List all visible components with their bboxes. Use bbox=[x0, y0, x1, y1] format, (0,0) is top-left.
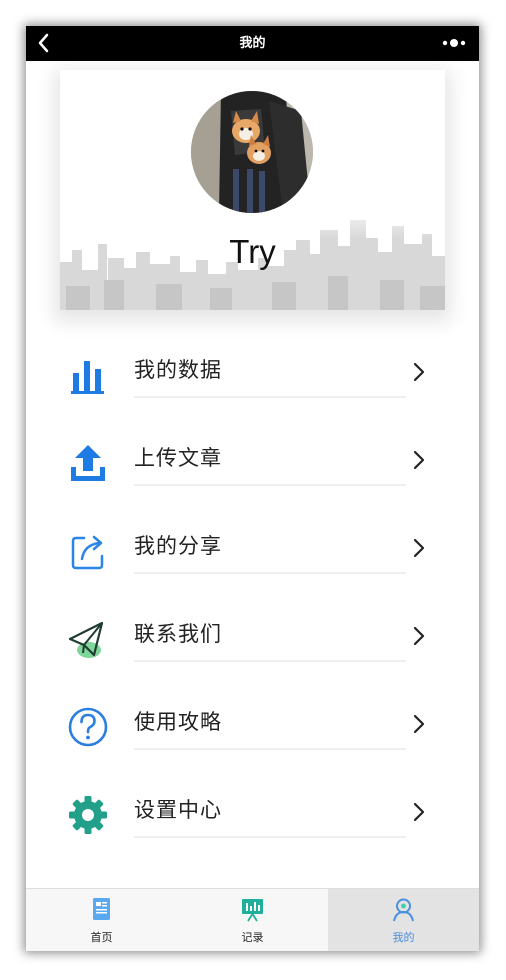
menu-item-contact-us[interactable]: 联系我们 bbox=[26, 590, 479, 678]
home-doc-icon bbox=[93, 898, 110, 920]
bottom-tab-bar: 首页 记录 我的 bbox=[26, 888, 479, 951]
avatar-photo bbox=[191, 91, 313, 213]
avatar[interactable] bbox=[191, 91, 313, 213]
phone-screen: 我的 Try 我的数据 上传文章 我的分享 联系我们 使用攻略 设置中心 首页 … bbox=[26, 26, 479, 951]
menu-list: 我的数据 上传文章 我的分享 联系我们 使用攻略 设置中心 bbox=[26, 326, 479, 854]
divider bbox=[134, 484, 406, 486]
upload-icon bbox=[71, 445, 105, 481]
tab-label: 记录 bbox=[241, 931, 264, 944]
menu-item-label: 上传文章 bbox=[134, 446, 222, 470]
profile-card: Try bbox=[60, 70, 445, 310]
divider bbox=[134, 572, 406, 574]
divider bbox=[134, 836, 406, 838]
navigation-bar: 我的 bbox=[26, 26, 479, 61]
record-board-icon bbox=[242, 899, 263, 922]
username: Try bbox=[229, 233, 276, 270]
chevron-right-icon bbox=[413, 538, 425, 558]
help-icon bbox=[68, 707, 108, 747]
divider bbox=[134, 748, 406, 750]
menu-item-settings[interactable]: 设置中心 bbox=[26, 766, 479, 854]
tab-label: 我的 bbox=[392, 931, 415, 944]
menu-item-my-data[interactable]: 我的数据 bbox=[26, 326, 479, 414]
more-dots-icon[interactable] bbox=[441, 36, 469, 50]
tab-records[interactable]: 记录 bbox=[177, 889, 328, 951]
menu-item-upload-article[interactable]: 上传文章 bbox=[26, 414, 479, 502]
chevron-right-icon bbox=[413, 802, 425, 822]
page-title: 我的 bbox=[239, 36, 266, 51]
menu-item-label: 设置中心 bbox=[134, 798, 222, 822]
menu-item-label: 我的数据 bbox=[134, 358, 222, 382]
tab-home[interactable]: 首页 bbox=[26, 889, 177, 951]
menu-item-label: 使用攻略 bbox=[134, 710, 222, 734]
divider bbox=[134, 396, 406, 398]
profile-icon bbox=[393, 898, 414, 922]
chevron-right-icon bbox=[413, 362, 425, 382]
gear-icon bbox=[69, 796, 107, 834]
paper-plane-icon bbox=[68, 621, 104, 658]
menu-item-label: 联系我们 bbox=[134, 622, 222, 646]
chevron-right-icon bbox=[413, 714, 425, 734]
menu-item-my-share[interactable]: 我的分享 bbox=[26, 502, 479, 590]
chevron-right-icon bbox=[413, 626, 425, 646]
chevron-right-icon bbox=[413, 450, 425, 470]
tab-label: 首页 bbox=[90, 931, 113, 944]
divider bbox=[134, 660, 406, 662]
bar-chart-icon bbox=[71, 361, 104, 394]
menu-item-user-guide[interactable]: 使用攻略 bbox=[26, 678, 479, 766]
share-icon bbox=[71, 535, 104, 570]
menu-item-label: 我的分享 bbox=[134, 534, 222, 558]
tab-profile[interactable]: 我的 bbox=[328, 889, 479, 951]
